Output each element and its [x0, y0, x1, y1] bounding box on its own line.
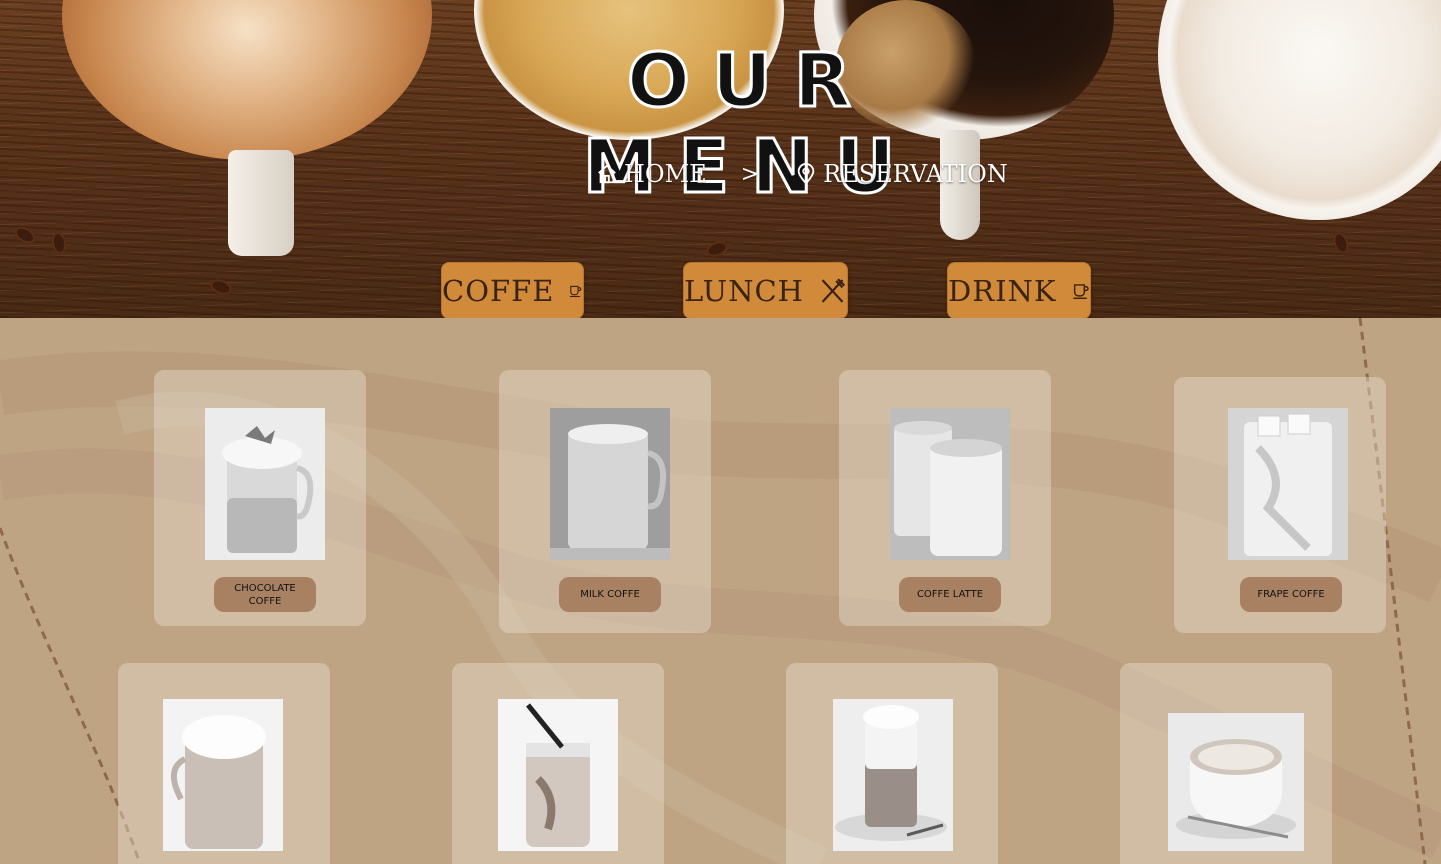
breadcrumb-reservation-label: RESERVATION — [823, 160, 1008, 188]
coffee-cup-icon — [570, 285, 582, 297]
coffee-bean-decoration — [208, 276, 234, 298]
latte-cup-image — [62, 0, 432, 160]
coffee-cup-icon — [1073, 283, 1089, 299]
location-pin-icon — [797, 163, 815, 185]
coffee-bean-decoration — [50, 230, 68, 256]
menu-card[interactable] — [452, 663, 664, 864]
menu-card[interactable]: CHOCOLATE COFFE — [154, 370, 366, 626]
cup-handle-decoration — [228, 150, 294, 256]
cappuccino-photo — [1168, 713, 1304, 851]
menu-card[interactable] — [1120, 663, 1332, 864]
drink-category-button[interactable]: DRINK — [947, 262, 1091, 318]
coffee-bean-decoration — [704, 238, 730, 260]
menu-item-name[interactable]: CHOCOLATE COFFE — [214, 577, 316, 612]
breadcrumb-reservation-link[interactable]: RESERVATION — [795, 160, 1008, 188]
menu-item-name[interactable]: COFFE LATTE — [899, 577, 1001, 612]
layered-coffee-photo — [833, 699, 953, 851]
frape-coffe-photo — [1228, 408, 1348, 560]
lunch-category-button[interactable]: LUNCH — [683, 262, 848, 318]
lunch-category-label: LUNCH — [684, 273, 804, 308]
menu-section: CHOCOLATE COFFE MILK COFFE COFFE LATTE F… — [0, 318, 1441, 864]
breadcrumb-separator: > — [740, 161, 760, 187]
milk-coffe-photo — [550, 408, 670, 560]
coffee-bean-decoration — [1330, 230, 1352, 256]
fork-knife-icon — [821, 277, 846, 303]
menu-card[interactable]: FRAPE COFFE — [1174, 377, 1386, 633]
coffee-bean-decoration — [11, 223, 39, 247]
coffe-latte-photo — [890, 408, 1010, 560]
whipped-coffee-photo — [163, 699, 283, 851]
hero-banner: OUR MENU HOME > RESERVATION COFFE LUNCH … — [0, 0, 1441, 318]
chocolate-coffe-photo — [205, 408, 325, 560]
breadcrumb-home-link[interactable]: HOME — [596, 160, 707, 188]
breadcrumb: HOME > RESERVATION — [596, 160, 1008, 188]
menu-item-name[interactable]: FRAPE COFFE — [1240, 577, 1342, 612]
iced-coffee-jar-photo — [498, 699, 618, 851]
drink-category-label: DRINK — [948, 273, 1057, 308]
cappuccino-cup-image — [1158, 0, 1441, 220]
home-icon — [598, 164, 616, 184]
menu-card[interactable]: MILK COFFE — [499, 370, 711, 633]
menu-card[interactable] — [118, 663, 330, 864]
menu-card[interactable] — [786, 663, 998, 864]
coffe-category-label: COFFE — [442, 273, 555, 308]
coffe-category-button[interactable]: COFFE — [441, 262, 584, 318]
breadcrumb-home-label: HOME — [624, 160, 707, 188]
menu-item-name[interactable]: MILK COFFE — [559, 577, 661, 612]
menu-card[interactable]: COFFE LATTE — [839, 370, 1051, 626]
